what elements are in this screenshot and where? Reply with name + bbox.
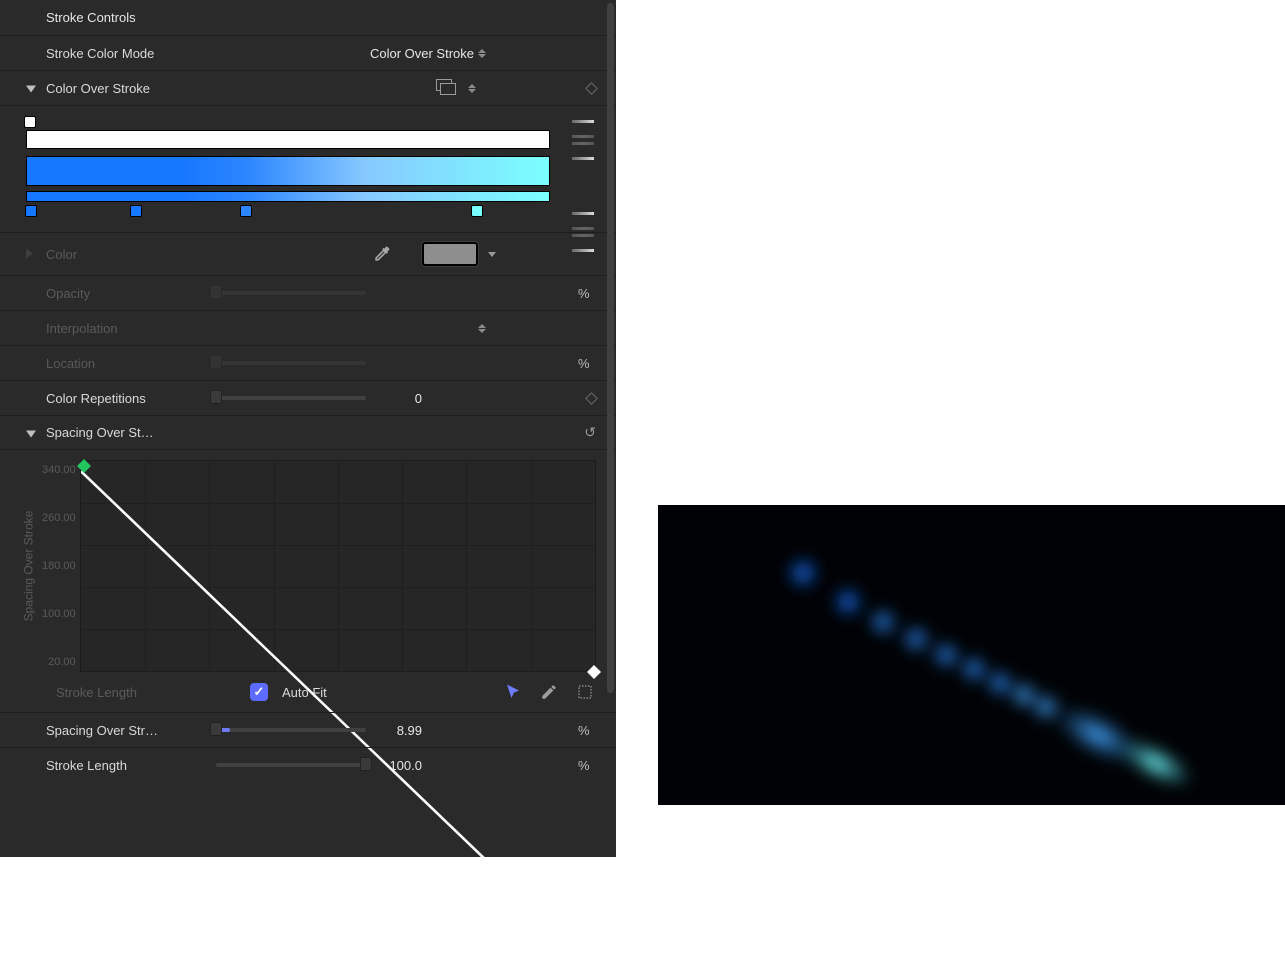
color-label: Color bbox=[46, 247, 206, 262]
stroke-length-value-row: Stroke Length 100.0 % bbox=[0, 747, 616, 782]
stroke-color-mode-label: Stroke Color Mode bbox=[46, 46, 206, 61]
location-label: Location bbox=[46, 356, 206, 371]
y-tick: 260.00 bbox=[42, 512, 76, 524]
location-row: Location % bbox=[0, 345, 616, 380]
interpolation-row: Interpolation bbox=[0, 310, 616, 345]
y-axis-ticks: 340.00 260.00 180.00 100.00 20.00 bbox=[42, 460, 80, 672]
spacing-curve-section: Spacing Over Stroke 340.00 260.00 180.00… bbox=[0, 450, 616, 712]
distribute-opacity-button[interactable] bbox=[572, 120, 594, 138]
color-reps-value[interactable]: 0 bbox=[376, 391, 426, 406]
spacing-over-slider[interactable] bbox=[216, 728, 366, 732]
color-over-stroke-label: Color Over Stroke bbox=[46, 81, 206, 96]
eyedropper-icon[interactable] bbox=[372, 244, 392, 264]
y-tick: 340.00 bbox=[42, 464, 76, 476]
stroke-length-value[interactable]: 100.0 bbox=[376, 758, 426, 773]
gradient-stop[interactable] bbox=[240, 205, 252, 217]
color-swatch[interactable] bbox=[422, 242, 478, 266]
unit-label: % bbox=[578, 286, 596, 301]
preset-arrows-icon bbox=[468, 84, 476, 93]
y-tick: 20.00 bbox=[42, 656, 76, 668]
interpolation-label: Interpolation bbox=[46, 321, 206, 336]
unit-label: % bbox=[578, 356, 596, 371]
keyframe-diamond-icon[interactable] bbox=[585, 82, 598, 95]
section-title: Stroke Controls bbox=[46, 10, 136, 25]
location-slider bbox=[216, 361, 366, 365]
spacing-over-stroke-value-row: Spacing Over Str… 8.99 % bbox=[0, 712, 616, 747]
keyframe-diamond-icon[interactable] bbox=[585, 392, 598, 405]
y-axis-label: Spacing Over Stroke bbox=[21, 511, 35, 622]
stroke-color-mode-dropdown[interactable]: Color Over Stroke bbox=[206, 46, 606, 61]
gradient-preview-bar bbox=[26, 191, 550, 202]
opacity-label: Opacity bbox=[46, 286, 206, 301]
opacity-stop-handle[interactable] bbox=[24, 116, 36, 128]
gradient-stops-track[interactable] bbox=[26, 202, 550, 220]
stroke-length-slider[interactable] bbox=[216, 763, 366, 767]
reset-icon[interactable]: ↺ bbox=[584, 424, 596, 441]
spacing-over-label: Spacing Over St… bbox=[46, 425, 206, 440]
spacing-over-value-label: Spacing Over Str… bbox=[46, 723, 206, 738]
stroke-color-mode-value: Color Over Stroke bbox=[370, 46, 474, 61]
gradient-preset-button[interactable] bbox=[432, 77, 464, 99]
gradient-stop[interactable] bbox=[25, 205, 37, 217]
curve-editor[interactable] bbox=[80, 460, 596, 672]
y-tick: 180.00 bbox=[42, 560, 76, 572]
color-reps-label: Color Repetitions bbox=[46, 391, 206, 406]
color-reps-slider[interactable] bbox=[216, 396, 366, 400]
curve-keyframe-end[interactable] bbox=[587, 665, 601, 679]
gradient-stop[interactable] bbox=[471, 205, 483, 217]
color-gradient-bar[interactable] bbox=[26, 156, 550, 186]
unit-label: % bbox=[578, 758, 596, 773]
swatch-menu-icon[interactable] bbox=[488, 252, 496, 257]
spacing-over-stroke-header: Spacing Over St… ↺ bbox=[0, 415, 616, 450]
gradient-editor bbox=[0, 105, 616, 232]
scrollbar[interactable] bbox=[607, 3, 614, 693]
dropdown-arrows-icon bbox=[478, 49, 486, 58]
disclosure-toggle[interactable] bbox=[26, 425, 36, 440]
color-row: Color bbox=[0, 232, 616, 275]
gradient-stop[interactable] bbox=[130, 205, 142, 217]
y-tick: 100.00 bbox=[42, 608, 76, 620]
spacing-over-value[interactable]: 8.99 bbox=[376, 723, 426, 738]
disclosure-toggle[interactable] bbox=[26, 81, 36, 96]
stroke-color-mode-row: Stroke Color Mode Color Over Stroke bbox=[0, 35, 616, 70]
inspector-panel: Stroke Controls Stroke Color Mode Color … bbox=[0, 0, 616, 857]
color-over-stroke-header: Color Over Stroke bbox=[0, 70, 616, 105]
canvas-preview bbox=[658, 505, 1285, 805]
distribute-color-button[interactable] bbox=[572, 212, 594, 230]
disclosure-toggle[interactable] bbox=[26, 247, 33, 262]
opacity-slider bbox=[216, 291, 366, 295]
stroke-length-label: Stroke Length bbox=[46, 758, 206, 773]
opacity-gradient-bar[interactable] bbox=[26, 130, 550, 149]
opacity-row: Opacity % bbox=[0, 275, 616, 310]
reverse-opacity-button[interactable] bbox=[572, 142, 594, 160]
color-repetitions-row: Color Repetitions 0 bbox=[0, 380, 616, 415]
curve-keyframe-start[interactable] bbox=[77, 459, 91, 473]
stroke-controls-header: Stroke Controls bbox=[0, 0, 616, 35]
unit-label: % bbox=[578, 723, 596, 738]
dropdown-arrows-icon bbox=[478, 324, 486, 333]
